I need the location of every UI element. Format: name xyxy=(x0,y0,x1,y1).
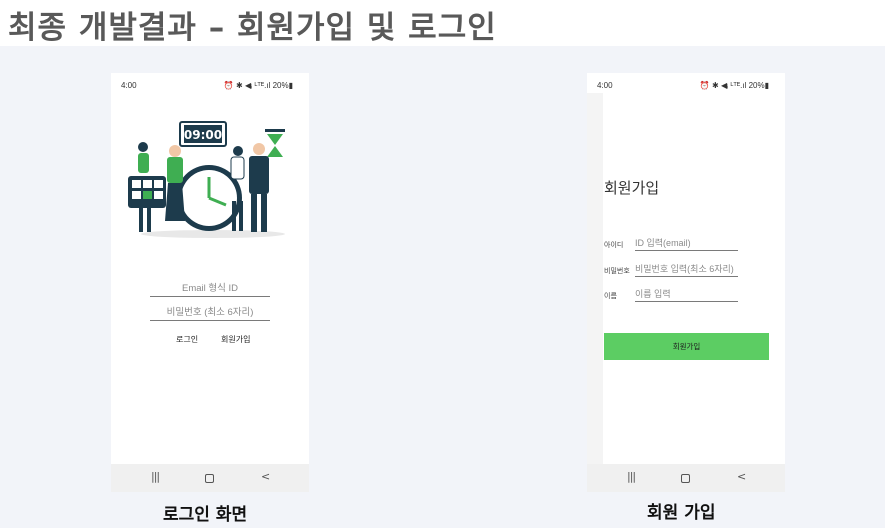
home-icon[interactable] xyxy=(205,474,214,483)
status-icons: ⏰ ✱ ◀ᵢ ᴸᵀᴱ.ıl 20%▮ xyxy=(699,81,769,90)
email-input[interactable]: Email 형식 ID xyxy=(150,282,270,297)
left-gutter xyxy=(587,93,603,464)
password-input[interactable]: 비밀번호 (최소 6자리) xyxy=(150,306,270,321)
name-label: 이름 xyxy=(604,292,617,300)
signup-caption: 회원 가입 xyxy=(647,503,716,523)
signup-title: 회원가입 xyxy=(604,179,660,197)
status-icons: ⏰ ✱ ◀ᵢ ᴸᵀᴱ.ıl 20%▮ xyxy=(223,81,293,90)
status-time: 4:00 xyxy=(597,81,613,90)
digital-clock-text: 09:00 xyxy=(184,128,222,142)
slide-title: 최종 개발결과 – 회원가입 및 로그인 xyxy=(8,10,497,46)
home-icon[interactable] xyxy=(681,474,690,483)
android-nav-bar: ||| < xyxy=(111,464,309,492)
login-phone-screen: 4:00 ⏰ ✱ ◀ᵢ ᴸᵀᴱ.ıl 20%▮ 09:00 Email 형식 I… xyxy=(111,73,309,492)
status-bar: 4:00 ⏰ ✱ ◀ᵢ ᴸᵀᴱ.ıl 20%▮ xyxy=(111,81,309,93)
name-input[interactable]: 이름 입력 xyxy=(635,288,738,302)
back-icon[interactable]: < xyxy=(737,470,746,483)
signup-phone-screen: 4:00 ⏰ ✱ ◀ᵢ ᴸᵀᴱ.ıl 20%▮ 회원가입 아이디 ID 입력(e… xyxy=(587,73,785,492)
login-caption: 로그인 화면 xyxy=(163,505,248,525)
login-button[interactable]: 로그인 xyxy=(176,334,198,345)
title-bar: 최종 개발결과 – 회원가입 및 로그인 xyxy=(0,0,885,46)
signup-button[interactable]: 회원가입 xyxy=(221,334,250,345)
password-label: 비밀번호 xyxy=(604,267,630,275)
recent-apps-icon[interactable]: ||| xyxy=(627,470,636,483)
team-clock-illustration: 09:00 xyxy=(128,121,285,238)
recent-apps-icon[interactable]: ||| xyxy=(151,470,160,483)
status-bar: 4:00 ⏰ ✱ ◀ᵢ ᴸᵀᴱ.ıl 20%▮ xyxy=(587,81,785,93)
signup-submit-button[interactable]: 회원가입 xyxy=(604,333,769,360)
android-nav-bar: ||| < xyxy=(587,464,785,492)
back-icon[interactable]: < xyxy=(261,470,270,483)
id-input[interactable]: ID 입력(email) xyxy=(635,237,738,251)
id-label: 아이디 xyxy=(604,241,624,249)
password-input[interactable]: 비밀번호 입력(최소 6자리) xyxy=(635,263,738,277)
status-time: 4:00 xyxy=(121,81,137,90)
